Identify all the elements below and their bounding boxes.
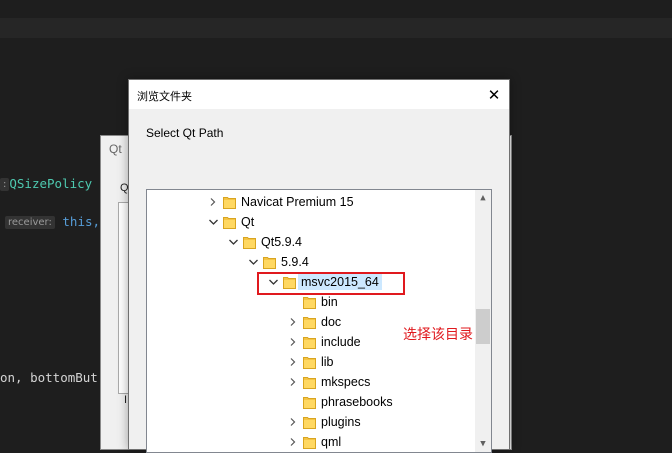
folder-icon xyxy=(223,215,236,229)
chevron-down-icon[interactable] xyxy=(225,232,241,252)
tree-item-label: doc xyxy=(321,315,342,329)
tree-item[interactable]: doc xyxy=(285,312,341,332)
scrollbar-thumb[interactable] xyxy=(476,309,490,344)
tree-item[interactable]: 5.9.4 xyxy=(245,252,309,272)
tree-item-label: mkspecs xyxy=(321,375,371,389)
folder-icon xyxy=(303,435,316,449)
tree-item-label: Qt5.9.4 xyxy=(261,235,302,249)
tree-item-label: Qt xyxy=(241,215,255,229)
inlay-hint: : xyxy=(0,178,10,191)
tree-item[interactable]: include xyxy=(285,332,361,352)
tree-scrollbar[interactable]: ▲ ▼ xyxy=(475,190,491,452)
inlay-hint-receiver: receiver: xyxy=(5,216,55,229)
chevron-right-icon[interactable] xyxy=(285,312,301,332)
tree-item-label: Navicat Premium 15 xyxy=(241,195,354,209)
chevron-right-icon[interactable] xyxy=(285,412,301,432)
chevron-down-icon[interactable] xyxy=(245,252,261,272)
annotation-text: 选择该目录 xyxy=(403,327,473,343)
tree-item-label: bin xyxy=(321,295,338,309)
folder-icon xyxy=(303,335,316,349)
folder-icon xyxy=(223,195,236,209)
chevron-right-icon[interactable] xyxy=(285,372,301,392)
chevron-right-icon[interactable] xyxy=(285,432,301,452)
tree-item-label: plugins xyxy=(321,415,361,429)
code-line-3: on, bottomBut xyxy=(0,370,98,385)
folder-icon xyxy=(303,415,316,429)
background-label-l: I xyxy=(124,394,128,406)
folder-icon xyxy=(303,395,316,409)
tree-item[interactable]: mkspecs xyxy=(285,372,370,392)
scroll-up-arrow-icon[interactable]: ▲ xyxy=(475,190,491,206)
chevron-right-icon[interactable] xyxy=(205,192,221,212)
folder-icon xyxy=(303,315,316,329)
tree-item-label: 5.9.4 xyxy=(281,255,309,269)
folder-icon xyxy=(303,295,316,309)
tree-item-label: lib xyxy=(321,355,334,369)
folder-tree[interactable]: ▲ ▼ Navicat Premium 15 Qt Qt5.9.4 5.9.4 msvc… xyxy=(146,189,492,453)
dialog-title-bar[interactable]: 浏览文件夹 ✕ xyxy=(129,80,509,109)
tree-item-label: phrasebooks xyxy=(321,395,393,409)
tree-item[interactable]: qml xyxy=(285,432,341,452)
code-line-1: : QSizePolicy xyxy=(0,176,92,191)
tree-item[interactable]: Qt5.9.4 xyxy=(225,232,302,252)
tree-item[interactable]: phrasebooks xyxy=(285,392,393,412)
tree-item[interactable]: plugins xyxy=(285,412,361,432)
folder-icon xyxy=(243,235,256,249)
editor-tab-strip xyxy=(0,18,672,38)
tree-item[interactable]: Navicat Premium 15 xyxy=(205,192,354,212)
chevron-down-icon[interactable] xyxy=(205,212,221,232)
scroll-down-arrow-icon[interactable]: ▼ xyxy=(475,436,491,452)
folder-icon xyxy=(263,255,276,269)
tree-item[interactable]: Qt xyxy=(205,212,254,232)
editor-top-bar xyxy=(0,0,672,18)
code-line-2: receiver: this, xyxy=(5,214,100,229)
folder-icon xyxy=(303,375,316,389)
tree-item-label: include xyxy=(321,335,361,349)
close-icon: ✕ xyxy=(487,85,501,104)
code-arg: this, xyxy=(62,214,101,229)
code-class-name: QSizePolicy xyxy=(9,176,93,191)
tree-item-label: qml xyxy=(321,435,342,449)
browse-folder-dialog: 浏览文件夹 ✕ Select Qt Path ▲ ▼ Navicat Premi… xyxy=(128,79,510,453)
tree-item[interactable]: lib xyxy=(285,352,334,372)
dialog-description: Select Qt Path xyxy=(146,126,224,140)
background-dialog-title: Qt xyxy=(109,142,122,156)
tree-item[interactable]: bin xyxy=(285,292,338,312)
selection-highlight-box xyxy=(257,272,405,295)
folder-icon xyxy=(303,355,316,369)
dialog-title: 浏览文件夹 xyxy=(137,90,192,103)
chevron-right-icon[interactable] xyxy=(285,332,301,352)
close-button[interactable]: ✕ xyxy=(479,80,509,109)
chevron-right-icon[interactable] xyxy=(285,352,301,372)
